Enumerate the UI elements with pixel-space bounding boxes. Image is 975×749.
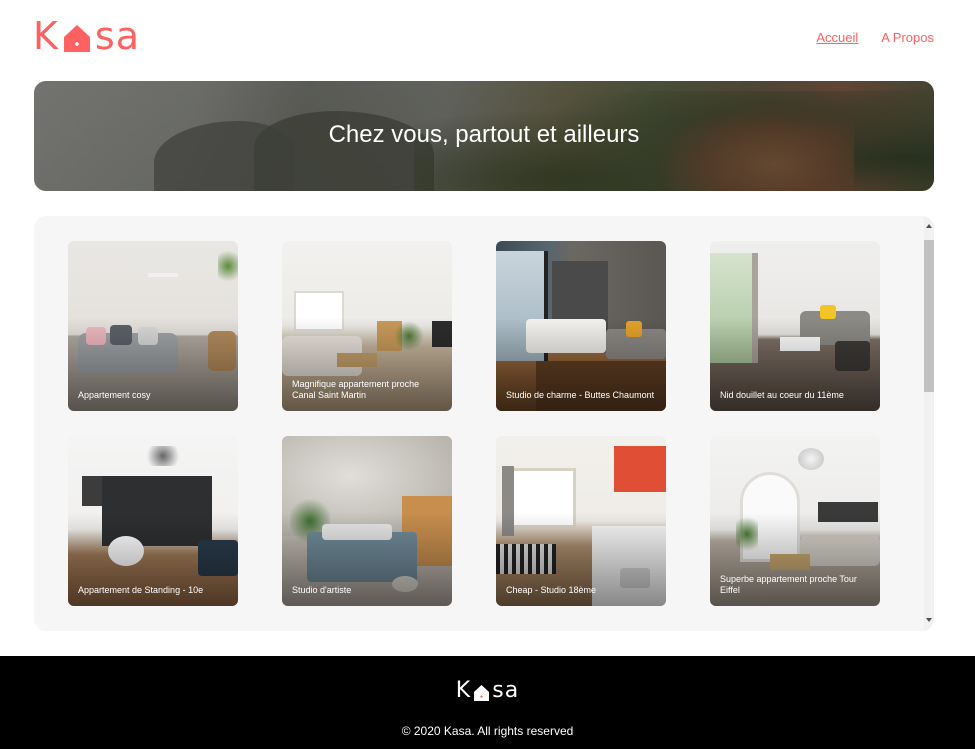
listing-title: Nid douillet au coeur du 11ème [720, 390, 844, 400]
listing-card[interactable]: Nid douillet au coeur du 11ème [710, 241, 880, 411]
listing-title: Studio d'artiste [292, 585, 352, 595]
site-header: K sa Accueil A Propos [0, 0, 975, 70]
footer-logo-letter-k: K [455, 678, 472, 703]
banner-title: Chez vous, partout et ailleurs [328, 121, 640, 148]
card-gradient [496, 436, 666, 606]
listing-card[interactable]: Superbe appartement proche Tour Eiffel [710, 436, 880, 606]
copyright-text: © 2020 Kasa. All rights reserved [401, 724, 574, 738]
house-icon [473, 683, 490, 701]
kasa-logo[interactable]: K sa [33, 14, 140, 58]
main-nav: Accueil A Propos [816, 30, 934, 45]
card-gradient [282, 436, 452, 606]
card-gradient [710, 241, 880, 411]
listing-title: Superbe appartement proche Tour Eiffel [720, 574, 857, 595]
nav-link-about[interactable]: A Propos [881, 30, 934, 45]
listing-card[interactable]: Studio de charme - Buttes Chaumont [496, 241, 666, 411]
listing-title: Appartement cosy [78, 390, 151, 400]
listing-card[interactable]: Magnifique appartement proche Canal Sain… [282, 241, 452, 411]
hero-banner: Chez vous, partout et ailleurs [34, 81, 934, 191]
scroll-down-arrow-icon[interactable] [926, 618, 932, 622]
listing-title: Studio de charme - Buttes Chaumont [506, 390, 655, 400]
scroll-up-arrow-icon[interactable] [926, 224, 932, 228]
listing-title: Magnifique appartement proche Canal Sain… [292, 379, 420, 400]
card-gradient [496, 241, 666, 411]
scrollbar-thumb[interactable] [924, 240, 934, 392]
listing-card[interactable]: Studio d'artiste [282, 436, 452, 606]
listing-card[interactable]: Appartement cosy [68, 241, 238, 411]
card-gradient [68, 241, 238, 411]
site-footer: K sa © 2020 Kasa. All rights reserved [0, 656, 975, 749]
card-gradient [68, 436, 238, 606]
nav-link-home[interactable]: Accueil [816, 30, 858, 45]
listing-card[interactable]: Appartement de Standing - 10e [68, 436, 238, 606]
listings-gallery: Appartement cosy Magnifique appartement … [34, 216, 934, 631]
gallery-scrollbar[interactable] [924, 216, 934, 631]
logo-letter-k: K [33, 14, 59, 58]
footer-logo: K sa [0, 678, 975, 703]
listing-title: Appartement de Standing - 10e [78, 585, 204, 595]
listing-title: Cheap - Studio 18ème [506, 585, 597, 595]
logo-letters-sa: sa [94, 14, 141, 58]
house-icon [62, 22, 92, 54]
listing-card[interactable]: Cheap - Studio 18ème [496, 436, 666, 606]
footer-logo-letters-sa: sa [492, 678, 520, 703]
